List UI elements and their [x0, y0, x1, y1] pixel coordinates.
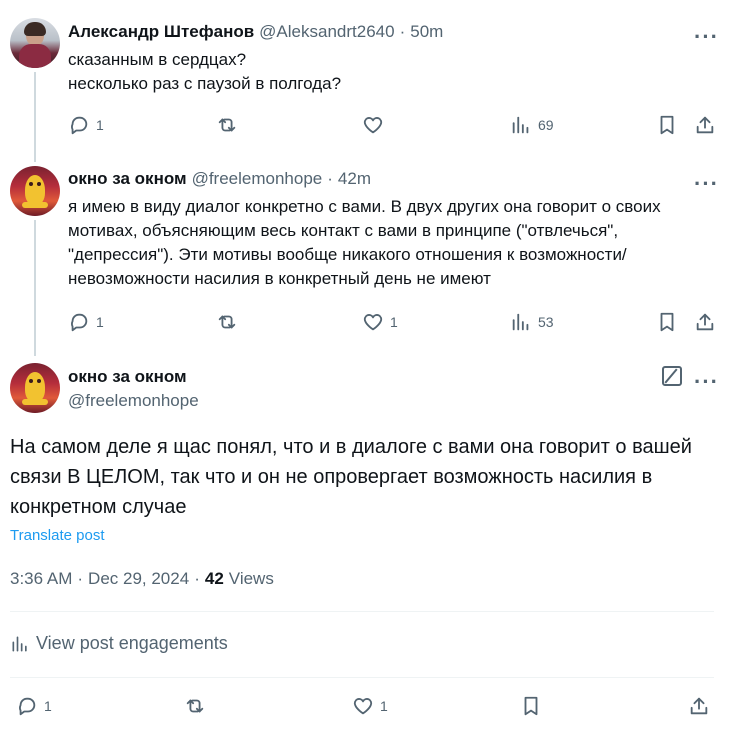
share-icon [690, 697, 708, 715]
views-count: 53 [538, 314, 554, 330]
share-button[interactable] [694, 114, 716, 136]
views-count: 69 [538, 117, 554, 133]
repost-button[interactable] [216, 311, 238, 333]
repost-icon [218, 118, 236, 132]
thread-line [34, 220, 36, 356]
share-icon [696, 313, 714, 331]
reply-icon [19, 697, 36, 716]
post-date[interactable]: Dec 29, 2024 [88, 569, 189, 589]
reply-button[interactable]: 1 [16, 695, 52, 717]
avatar[interactable] [10, 363, 60, 413]
reply-icon [71, 313, 88, 332]
views-button[interactable]: 69 [510, 114, 554, 136]
bookmark-icon [524, 696, 538, 716]
bookmark-button[interactable] [656, 114, 678, 136]
share-button[interactable] [688, 695, 710, 717]
like-button[interactable]: 1 [352, 695, 388, 717]
view-engagements-button[interactable]: View post engagements [10, 633, 228, 654]
edit-icon[interactable] [662, 366, 682, 386]
reply-count: 1 [44, 698, 52, 714]
divider [10, 677, 714, 678]
repost-button[interactable] [184, 695, 206, 717]
more-options-icon[interactable]: ··· [694, 371, 719, 393]
author-name[interactable]: окно за окном [68, 169, 187, 189]
reply-button[interactable]: 1 [68, 114, 104, 136]
reply-count: 1 [96, 117, 104, 133]
author-name[interactable]: окно за окном [68, 367, 187, 387]
heart-icon [353, 698, 373, 715]
avatar[interactable] [10, 18, 60, 68]
avatar[interactable] [10, 166, 60, 216]
analytics-icon [512, 313, 529, 331]
separator: · [327, 169, 333, 188]
post-time[interactable]: 50m [410, 22, 443, 42]
reply-button[interactable]: 1 [68, 311, 104, 333]
more-options-icon[interactable]: ··· [694, 26, 719, 48]
separator: · [77, 569, 84, 588]
views-label: Views [228, 569, 274, 588]
separator: · [399, 22, 406, 41]
heart-icon [363, 117, 383, 134]
post-meta: 3:36 AM · Dec 29, 2024 · 42 Views [10, 569, 274, 589]
post-text: На самом деле я щас понял, что и в диало… [10, 436, 692, 518]
like-button[interactable]: 1 [362, 311, 398, 333]
translate-link[interactable]: Translate post [10, 527, 105, 544]
author-name[interactable]: Александр Штефанов [68, 22, 254, 42]
share-icon [696, 116, 714, 134]
bookmark-icon [660, 312, 674, 332]
thread-line [34, 72, 36, 162]
share-button[interactable] [694, 311, 716, 333]
like-count: 1 [390, 314, 398, 330]
post-time[interactable]: 42m [338, 169, 371, 189]
main-post: окно за окном @freelemonhope ··· На само… [0, 355, 734, 730]
like-count: 1 [380, 698, 388, 714]
repost-icon [218, 315, 236, 329]
analytics-icon [12, 636, 27, 651]
author-handle[interactable]: @freelemonhope [192, 169, 323, 189]
post-time[interactable]: 3:36 AM [10, 569, 72, 589]
bookmark-button[interactable] [656, 311, 678, 333]
bookmark-button[interactable] [520, 695, 542, 717]
heart-icon [363, 314, 383, 331]
author-handle[interactable]: @freelemonhope [68, 391, 199, 411]
views-button[interactable]: 53 [510, 311, 554, 333]
reply-post-1[interactable]: Александр Штефанов @Aleksandrt2640 · 50m… [0, 0, 734, 162]
repost-icon [186, 699, 204, 713]
post-text: сказанным в сердцах? несколько раз с пау… [68, 50, 342, 93]
like-button[interactable] [362, 114, 384, 136]
reply-icon [71, 116, 88, 135]
reply-post-2[interactable]: окно за окном @freelemonhope · 42m ··· я… [0, 160, 734, 356]
views-count: 42 [204, 569, 224, 588]
post-text: я имею в виду диалог конкретно с вами. В… [68, 197, 661, 288]
repost-button[interactable] [216, 114, 238, 136]
reply-count: 1 [96, 314, 104, 330]
more-options-icon[interactable]: ··· [694, 173, 719, 195]
separator: · [194, 569, 200, 588]
divider [10, 611, 714, 612]
analytics-icon [512, 116, 529, 134]
bookmark-icon [660, 115, 674, 135]
author-handle[interactable]: @Aleksandrt2640 [259, 22, 394, 42]
view-engagements-label: View post engagements [36, 633, 228, 653]
